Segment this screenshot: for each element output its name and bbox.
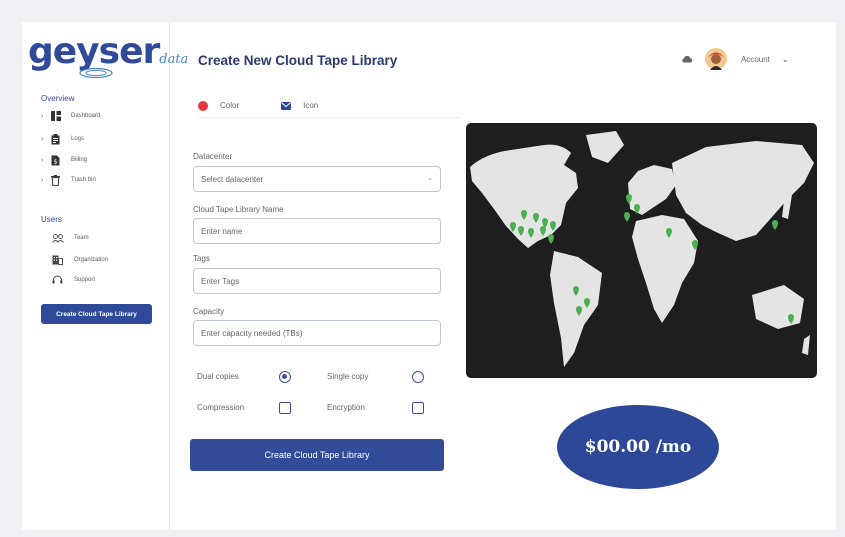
- brand-suffix: data: [159, 52, 189, 67]
- trash-icon: [51, 174, 71, 186]
- cloud-icon[interactable]: [681, 55, 693, 63]
- chevron-right-icon: ›: [41, 176, 44, 184]
- chevron-right-icon: ›: [41, 112, 44, 120]
- encryption-checkbox[interactable]: [412, 402, 424, 414]
- headset-icon: [52, 275, 74, 285]
- sidebar-item-label: Logs: [71, 136, 85, 142]
- monthly-price-badge: $00.00 /mo: [557, 405, 719, 489]
- appearance-tabs: Color Icon: [198, 98, 460, 118]
- tab-color[interactable]: Color: [198, 100, 240, 111]
- north-america-landmass: [470, 144, 578, 248]
- avatar[interactable]: [705, 48, 727, 70]
- new-zealand-landmass: [802, 335, 810, 355]
- billing-icon: $: [51, 155, 71, 166]
- library-name-field: [193, 218, 441, 244]
- sidebar: geyserdata Overview › Dashboard › Logs ›…: [22, 22, 188, 530]
- users-section-title: Users: [41, 215, 62, 224]
- sidebar-item-label: Organization: [74, 257, 109, 263]
- dual-copies-label: Dual copies: [197, 372, 239, 381]
- compression-label: Compression: [197, 403, 245, 412]
- encryption-label: Encryption: [327, 403, 365, 412]
- team-icon: [52, 233, 74, 243]
- red-dot-icon: [198, 100, 208, 111]
- tab-icon-label: Icon: [303, 101, 319, 110]
- single-copy-label: Single copy: [327, 372, 369, 381]
- tags-label: Tags: [193, 254, 210, 263]
- australia-landmass: [752, 285, 804, 329]
- sidebar-item-label: Dashboard: [71, 113, 101, 119]
- sidebar-item-label: Trash bin: [71, 177, 96, 183]
- chevron-down-icon: ⌄: [427, 175, 433, 182]
- chevron-right-icon: ›: [41, 156, 44, 164]
- chevron-right-icon: ›: [41, 135, 44, 143]
- app-frame: geyserdata Overview › Dashboard › Logs ›…: [22, 22, 836, 530]
- sidebar-item-logs[interactable]: › Logs: [41, 131, 84, 147]
- logo-wave-icon: [79, 67, 113, 79]
- capacity-field: [193, 320, 441, 346]
- single-copy-radio[interactable]: [412, 371, 424, 383]
- chevron-down-icon[interactable]: ⌄: [782, 55, 789, 64]
- tags-field: [193, 268, 441, 294]
- capacity-input[interactable]: [194, 321, 440, 345]
- asia-landmass: [672, 141, 814, 241]
- clipboard-icon: [51, 133, 71, 145]
- library-name-label: Cloud Tape Library Name: [193, 205, 284, 214]
- africa-landmass: [632, 215, 698, 323]
- overview-section-title: Overview: [41, 94, 75, 103]
- account-area: Account ⌄: [681, 48, 789, 70]
- world-map-graphic: [470, 131, 814, 367]
- page-title: Create New Cloud Tape Library: [198, 53, 398, 68]
- map-pin: [624, 212, 630, 222]
- compression-checkbox[interactable]: [279, 402, 291, 414]
- sidebar-item-label: Team: [74, 235, 89, 241]
- sidebar-item-organization[interactable]: Organization: [52, 252, 108, 268]
- brand-logo[interactable]: geyserdata: [28, 34, 188, 70]
- svg-text:$: $: [54, 158, 58, 165]
- datacenter-label: Datacenter: [193, 152, 233, 161]
- sidebar-item-dashboard[interactable]: › Dashboard: [41, 108, 100, 124]
- sidebar-item-label: Support: [74, 277, 96, 283]
- envelope-icon: [281, 101, 292, 110]
- capacity-label: Capacity: [193, 307, 225, 316]
- account-label[interactable]: Account: [741, 55, 770, 64]
- sidebar-item-label: Billing: [71, 157, 88, 163]
- sidebar-create-library-button[interactable]: Create Cloud Tape Library: [41, 304, 152, 324]
- map-pin: [548, 234, 554, 244]
- library-name-input[interactable]: [194, 219, 440, 243]
- sidebar-item-team[interactable]: Team: [52, 230, 89, 246]
- sidebar-item-billing[interactable]: › $ Billing: [41, 152, 87, 168]
- sidebar-item-trash[interactable]: › Trash bin: [41, 172, 96, 188]
- datacenter-map[interactable]: [466, 123, 817, 378]
- sidebar-item-support[interactable]: Support: [52, 272, 95, 288]
- datacenter-select[interactable]: Select datacenter ⌄: [193, 166, 441, 192]
- map-pin: [772, 220, 778, 230]
- dual-copies-radio[interactable]: [279, 371, 291, 383]
- tab-color-label: Color: [220, 101, 240, 110]
- tags-input[interactable]: [194, 269, 440, 293]
- dashboard-icon: [51, 111, 71, 121]
- datacenter-select-placeholder: Select datacenter: [201, 175, 264, 184]
- create-library-button[interactable]: Create Cloud Tape Library: [190, 439, 444, 471]
- greenland-landmass: [586, 131, 624, 163]
- tab-icon[interactable]: Icon: [281, 101, 318, 110]
- building-icon: [52, 255, 74, 265]
